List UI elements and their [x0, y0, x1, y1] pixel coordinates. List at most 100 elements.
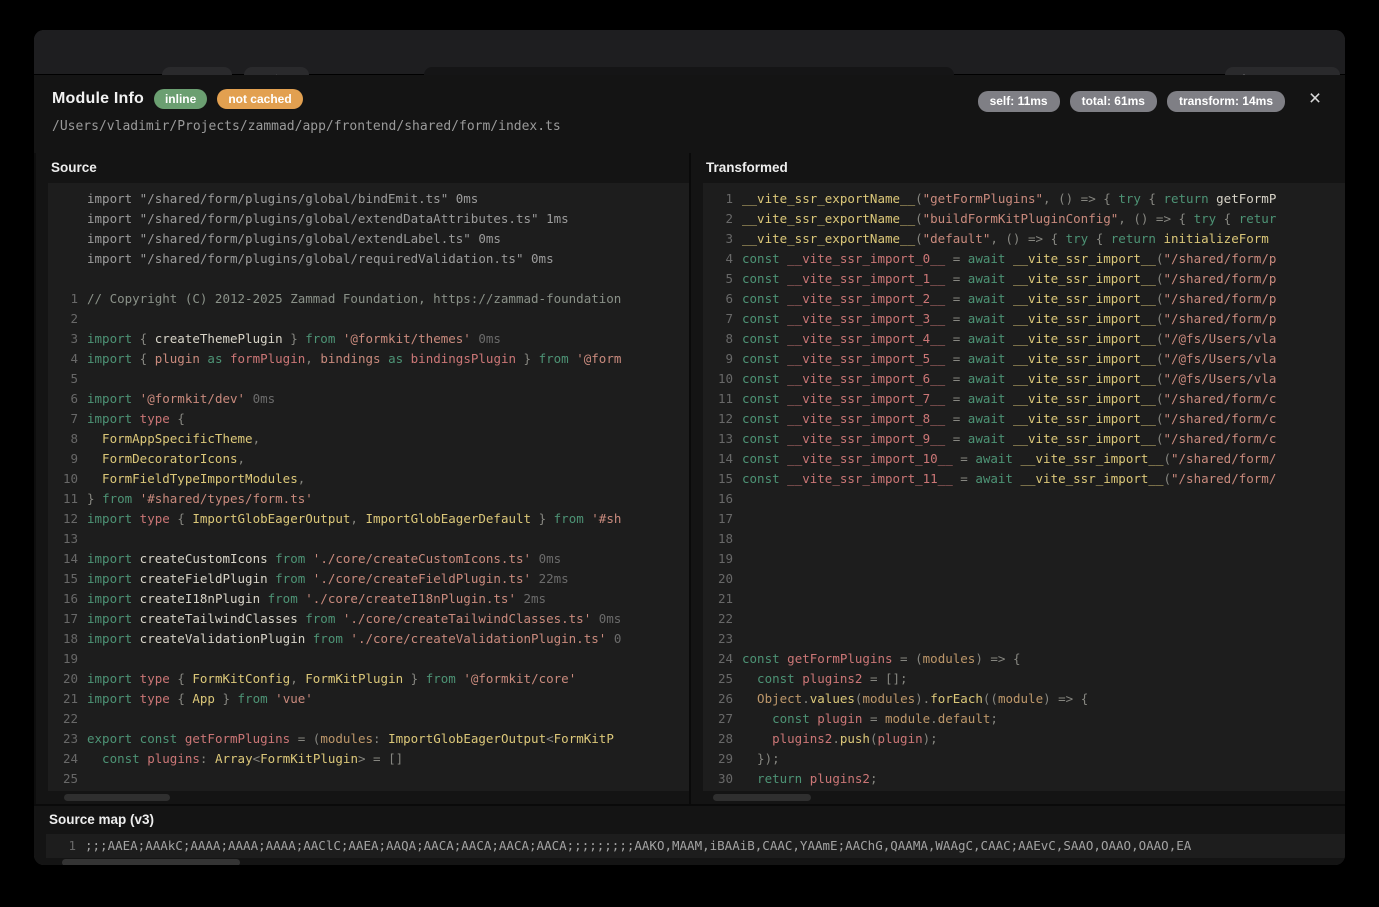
line-number: 10: [711, 369, 733, 389]
line-number: 28: [711, 729, 733, 749]
line-number: 24: [711, 649, 733, 669]
code-line: 17: [711, 509, 1345, 529]
line-number: 24: [56, 749, 78, 769]
line-number: 19: [56, 649, 78, 669]
not-cached-badge: not cached: [217, 89, 302, 109]
transformed-horizontal-scrollbar[interactable]: [713, 794, 811, 801]
page-title: Module Info: [52, 90, 144, 108]
line-number: 13: [711, 429, 733, 449]
code-line: 4const __vite_ssr_import_0__ = await __v…: [711, 249, 1345, 269]
code-line: 21: [711, 589, 1345, 609]
line-number: 1: [54, 836, 76, 856]
code-line: 11} from '#shared/types/form.ts': [56, 489, 689, 509]
code-line: 18: [711, 529, 1345, 549]
line-number: 22: [711, 609, 733, 629]
line-number: 14: [711, 449, 733, 469]
line-number: 12: [56, 509, 78, 529]
code-line: 12import type { ImportGlobEagerOutput, I…: [56, 509, 689, 529]
code-line: 2: [56, 309, 689, 329]
code-line: 26 Object.values(modules).forEach((modul…: [711, 689, 1345, 709]
code-line: 7const __vite_ssr_import_3__ = await __v…: [711, 309, 1345, 329]
line-number: 12: [711, 409, 733, 429]
line-number: 23: [56, 729, 78, 749]
line-number: 3: [711, 229, 733, 249]
transformed-panel: Transformed 1__vite_ssr_exportName__("ge…: [691, 153, 1345, 804]
code-line: 17import createTailwindClasses from './c…: [56, 609, 689, 629]
source-panel: Source import "/shared/form/plugins/glob…: [36, 153, 689, 804]
line-number: 6: [711, 289, 733, 309]
code-line: 4import { plugin as formPlugin, bindings…: [56, 349, 689, 369]
module-file-path: /Users/vladimir/Projects/zammad/app/fron…: [52, 119, 561, 134]
code-line: 10const __vite_ssr_import_6__ = await __…: [711, 369, 1345, 389]
line-number: 4: [711, 249, 733, 269]
line-number: 25: [56, 769, 78, 789]
code-line: 7import type {: [56, 409, 689, 429]
line-number: 2: [56, 309, 78, 329]
line-number: 29: [711, 749, 733, 769]
timing-badges: self: 11ms total: 61ms transform: 14ms: [978, 91, 1285, 112]
sourcemap-title: Source map (v3): [34, 806, 1345, 834]
line-number: [56, 249, 78, 269]
sourcemap-section: Source map (v3) 1;;;AAEA;AAAkC;AAAA;AAAA…: [34, 804, 1345, 865]
line-number: 5: [56, 369, 78, 389]
source-code-area[interactable]: import "/shared/form/plugins/global/bind…: [48, 183, 689, 791]
line-number: 16: [711, 489, 733, 509]
code-line: 15import createFieldPlugin from './core/…: [56, 569, 689, 589]
code-line: 3import { createThemePlugin } from '@for…: [56, 329, 689, 349]
code-line: 27 const plugin = module.default;: [711, 709, 1345, 729]
line-number: 15: [56, 569, 78, 589]
code-line: 11const __vite_ssr_import_7__ = await __…: [711, 389, 1345, 409]
code-line: 29 });: [711, 749, 1345, 769]
code-line: 5: [56, 369, 689, 389]
sourcemap-code-area[interactable]: 1;;;AAEA;AAAkC;AAAA;AAAA;AAAA;AAClC;AAEA…: [46, 834, 1345, 858]
line-number: 20: [56, 669, 78, 689]
line-number: 14: [56, 549, 78, 569]
code-line: [56, 269, 689, 289]
code-line: 25 const plugins2 = [];: [711, 669, 1345, 689]
code-line: 20: [711, 569, 1345, 589]
code-line: 9 FormDecoratorIcons,: [56, 449, 689, 469]
line-number: 22: [56, 709, 78, 729]
code-line: 1// Copyright (C) 2012-2025 Zammad Found…: [56, 289, 689, 309]
line-number: 5: [711, 269, 733, 289]
line-number: [56, 269, 78, 289]
line-number: 3: [56, 329, 78, 349]
code-line: 19: [711, 549, 1345, 569]
line-number: 11: [711, 389, 733, 409]
inline-badge: inline: [154, 89, 207, 109]
line-number: 10: [56, 469, 78, 489]
close-icon[interactable]: ×: [1301, 85, 1329, 113]
line-number: 9: [56, 449, 78, 469]
line-number: 21: [711, 589, 733, 609]
code-line: 6const __vite_ssr_import_2__ = await __v…: [711, 289, 1345, 309]
line-number: 1: [56, 289, 78, 309]
sourcemap-horizontal-scrollbar[interactable]: [62, 859, 240, 865]
self-time-badge: self: 11ms: [978, 91, 1060, 112]
line-number: 7: [711, 309, 733, 329]
code-line: 8 FormAppSpecificTheme,: [56, 429, 689, 449]
line-number: 26: [711, 689, 733, 709]
code-panels: Source import "/shared/form/plugins/glob…: [34, 153, 1345, 804]
code-line: 16import createI18nPlugin from './core/c…: [56, 589, 689, 609]
code-line: 1__vite_ssr_exportName__("getFormPlugins…: [711, 189, 1345, 209]
line-number: 9: [711, 349, 733, 369]
line-number: [56, 209, 78, 229]
code-line: import "/shared/form/plugins/global/exte…: [56, 209, 689, 229]
code-line: 2__vite_ssr_exportName__("buildFormKitPl…: [711, 209, 1345, 229]
line-number: [56, 189, 78, 209]
source-horizontal-scrollbar[interactable]: [64, 794, 170, 801]
line-number: 19: [711, 549, 733, 569]
code-line: 9const __vite_ssr_import_5__ = await __v…: [711, 349, 1345, 369]
browser-window: localhost A x: [34, 30, 1345, 865]
line-number: 27: [711, 709, 733, 729]
line-number: 21: [56, 689, 78, 709]
line-number: 6: [56, 389, 78, 409]
transformed-code-area[interactable]: 1__vite_ssr_exportName__("getFormPlugins…: [703, 183, 1345, 791]
line-number: 11: [56, 489, 78, 509]
source-panel-title: Source: [36, 153, 689, 183]
line-number: 16: [56, 589, 78, 609]
code-line: 15const __vite_ssr_import_11__ = await _…: [711, 469, 1345, 489]
line-number: 8: [711, 329, 733, 349]
line-number: [56, 229, 78, 249]
line-number: 8: [56, 429, 78, 449]
